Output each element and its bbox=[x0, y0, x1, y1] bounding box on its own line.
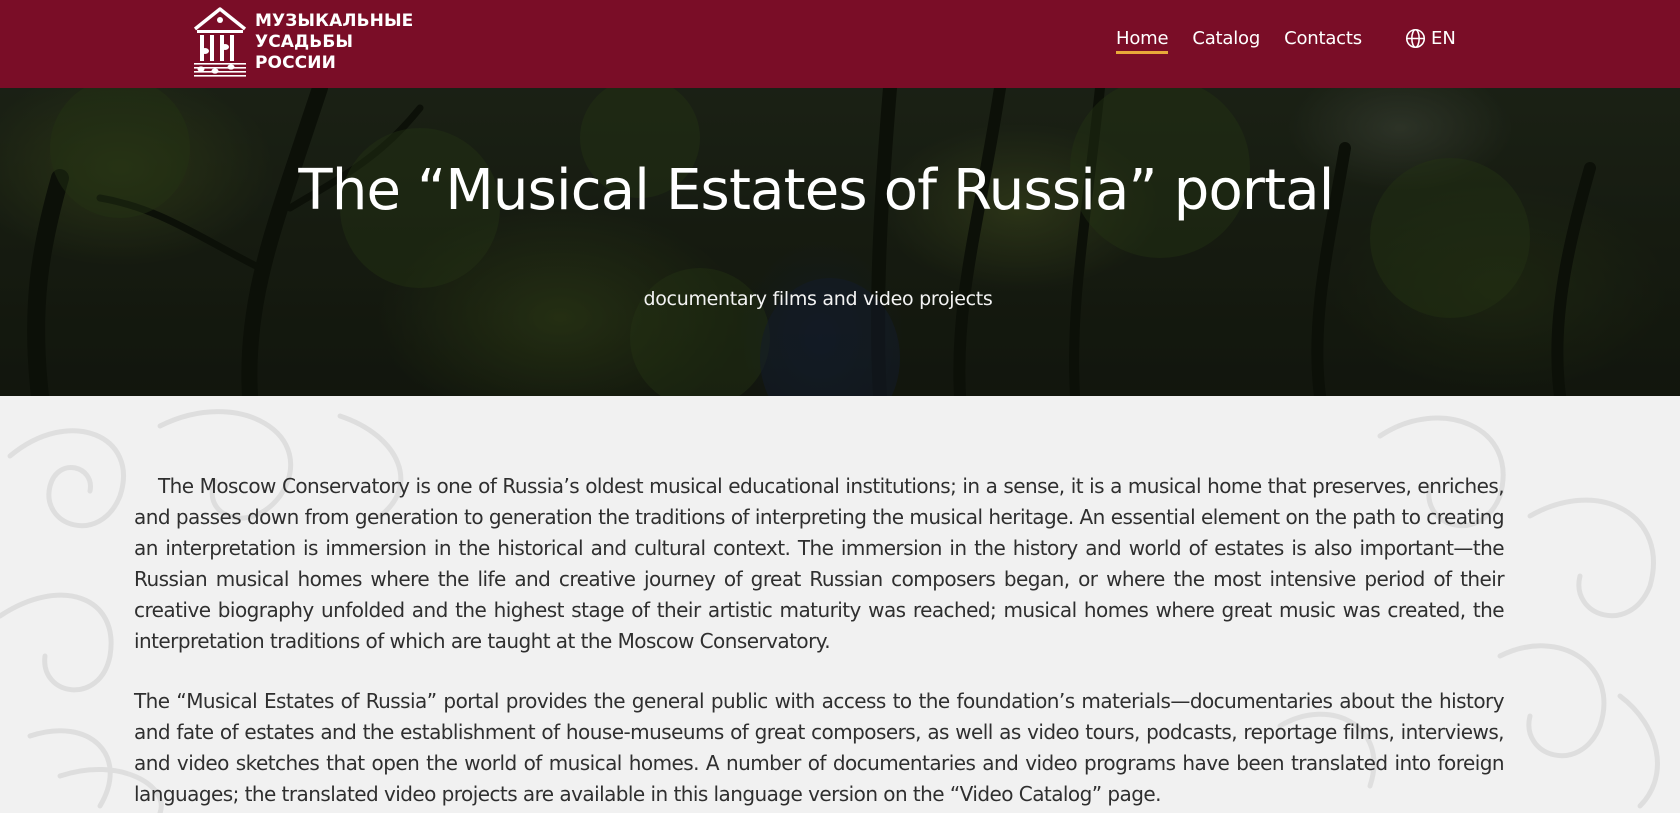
intro-paragraph-2: The “Musical Estates of Russia” portal p… bbox=[134, 689, 1505, 806]
hero-subtitle: documentary films and video projects bbox=[643, 288, 993, 310]
main-content: The Moscow Conservatory is one of Russia… bbox=[0, 396, 1680, 813]
hero-overlay bbox=[0, 88, 1680, 396]
estate-logo-icon bbox=[193, 7, 247, 77]
hero-title: The “Musical Estates of Russia” portal bbox=[298, 158, 1334, 223]
logo-line-3: РОССИИ bbox=[255, 52, 336, 73]
logo-wordmark: МУЗЫКАЛЬНЫЕ УСАДЬБЫ РОССИИ bbox=[255, 11, 413, 74]
globe-icon bbox=[1405, 28, 1426, 49]
nav-catalog[interactable]: Catalog bbox=[1192, 28, 1260, 54]
nav-contacts[interactable]: Contacts bbox=[1284, 28, 1362, 54]
site-header: МУЗЫКАЛЬНЫЕ УСАДЬБЫ РОССИИ Home Catalog … bbox=[0, 0, 1680, 88]
main-nav: Home Catalog Contacts bbox=[1116, 28, 1362, 54]
language-switcher[interactable]: EN bbox=[1405, 28, 1456, 49]
hero-banner: The “Musical Estates of Russia” portal d… bbox=[0, 88, 1680, 396]
language-label: EN bbox=[1431, 28, 1456, 49]
logo-line-2: УСАДЬБЫ bbox=[255, 31, 354, 52]
nav-home[interactable]: Home bbox=[1116, 28, 1169, 54]
logo-line-1: МУЗЫКАЛЬНЫЕ bbox=[255, 10, 414, 31]
intro-text: The Moscow Conservatory is one of Russia… bbox=[134, 471, 1505, 813]
intro-paragraph-1: The Moscow Conservatory is one of Russia… bbox=[134, 474, 1505, 653]
site-logo[interactable]: МУЗЫКАЛЬНЫЕ УСАДЬБЫ РОССИИ bbox=[191, 4, 421, 80]
